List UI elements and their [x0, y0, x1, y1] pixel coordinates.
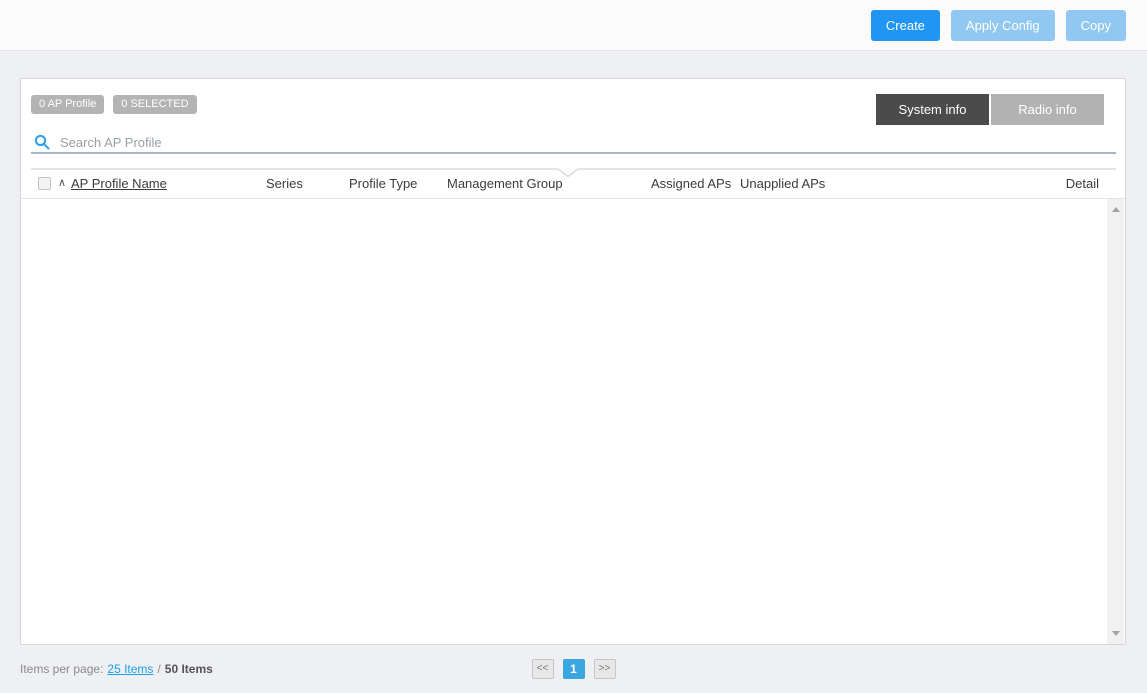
items-separator: / — [157, 662, 160, 676]
column-header-detail: Detail — [1066, 169, 1099, 198]
column-header-unapplied-aps: Unapplied APs — [740, 169, 825, 198]
top-action-bar: Create Apply Config Copy — [0, 0, 1147, 51]
search-icon — [34, 134, 50, 150]
pagination-prev-button[interactable]: << — [532, 659, 554, 679]
column-header-series: Series — [266, 169, 303, 198]
pagination-page-1-button[interactable]: 1 — [563, 659, 585, 679]
page-size-link[interactable]: 25 Items — [107, 662, 153, 676]
create-button[interactable]: Create — [871, 10, 940, 41]
items-per-page-info: Items per page: 25 Items / 50 Items — [20, 645, 213, 693]
scroll-up-icon[interactable] — [1107, 201, 1124, 218]
tab-radio-info[interactable]: Radio info — [991, 94, 1104, 125]
total-items-label: 50 Items — [165, 662, 213, 676]
count-badges: 0 AP Profile 0 SELECTED — [31, 95, 197, 114]
column-header-management-group: Management Group — [447, 169, 563, 198]
search-input[interactable] — [60, 132, 1124, 152]
table-scrollbar[interactable] — [1107, 199, 1124, 644]
info-toggle-group: System info Radio info — [876, 94, 1104, 125]
ap-profile-panel: 0 AP Profile 0 SELECTED System info Radi… — [20, 78, 1126, 645]
copy-button[interactable]: Copy — [1066, 10, 1126, 41]
apply-config-button[interactable]: Apply Config — [951, 10, 1055, 41]
ap-profile-count-badge: 0 AP Profile — [31, 95, 104, 114]
column-header-profile-type: Profile Type — [349, 169, 417, 198]
tab-system-info[interactable]: System info — [876, 94, 989, 125]
select-all-checkbox[interactable] — [38, 177, 51, 190]
selected-count-badge: 0 SELECTED — [113, 95, 196, 114]
table-header-row: ∧ AP Profile Name Series Profile Type Ma… — [21, 169, 1125, 198]
search-underline — [31, 152, 1116, 154]
column-header-ap-profile-name[interactable]: AP Profile Name — [71, 169, 167, 198]
column-header-assigned-aps: Assigned APs — [651, 169, 731, 198]
table-body-empty — [21, 199, 1125, 644]
pagination-next-button[interactable]: >> — [594, 659, 616, 679]
items-per-page-label: Items per page: — [20, 662, 103, 676]
footer-bar: << 1 >> Items per page: 25 Items / 50 It… — [0, 645, 1147, 693]
scroll-down-icon[interactable] — [1107, 625, 1124, 642]
sort-ascending-icon[interactable]: ∧ — [58, 169, 66, 198]
search-bar — [34, 131, 1124, 153]
